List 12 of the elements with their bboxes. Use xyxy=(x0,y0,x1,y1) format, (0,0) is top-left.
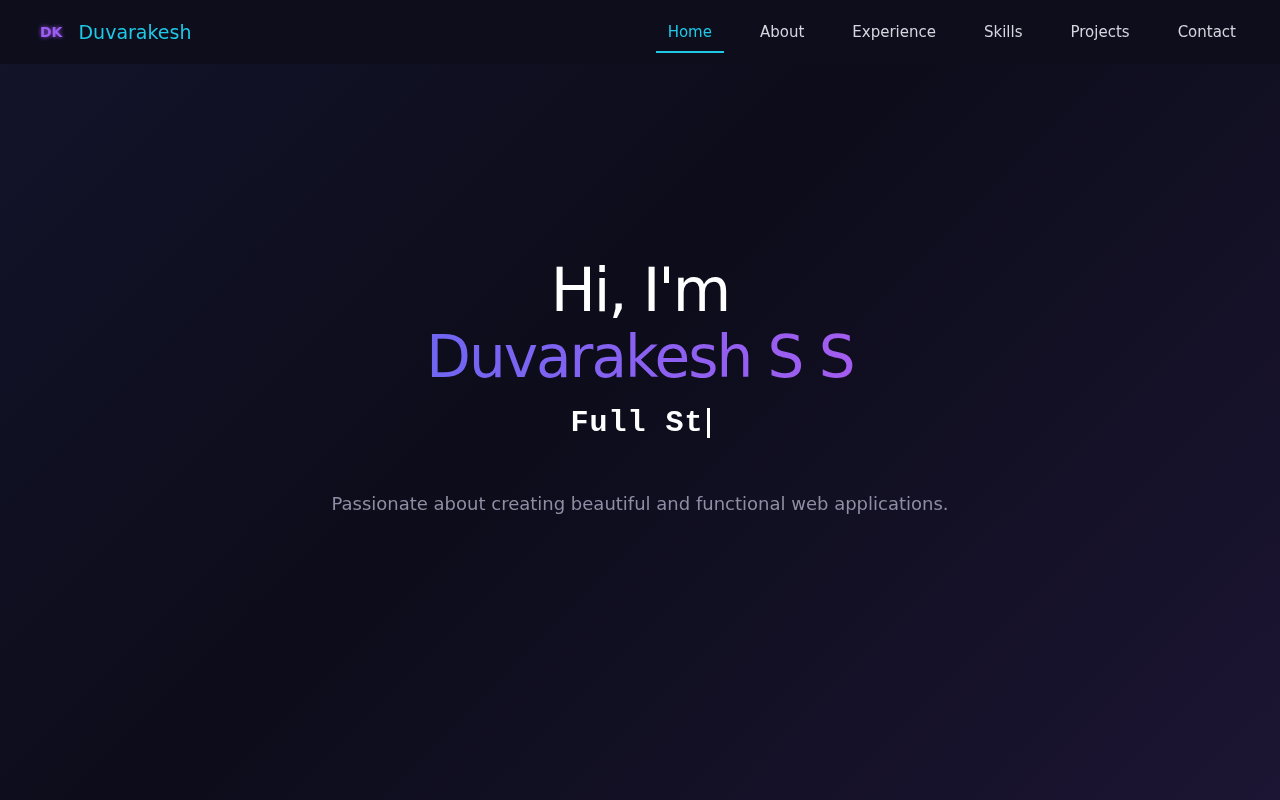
hero-tagline: Passionate about creating beautiful and functional web applications. xyxy=(331,491,949,516)
nav-link[interactable]: Skills xyxy=(971,10,1035,54)
nav-link[interactable]: Experience xyxy=(840,10,948,54)
nav-link[interactable]: Home xyxy=(655,10,724,54)
text-cursor xyxy=(706,408,710,439)
nav-link[interactable]: Contact xyxy=(1165,10,1248,54)
nav-link[interactable]: Projects xyxy=(1058,10,1142,54)
brand-name[interactable]: Duvarakesh xyxy=(78,17,192,47)
nav-link[interactable]: About xyxy=(747,10,817,54)
typed-title: Full St xyxy=(570,404,704,442)
logo-icon[interactable]: DK xyxy=(40,21,63,43)
hero-greeting: Hi, I'm xyxy=(550,257,730,324)
